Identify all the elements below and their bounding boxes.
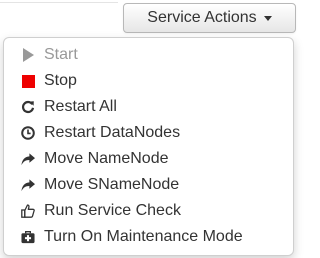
menu-item-stop[interactable]: Stop bbox=[4, 68, 293, 94]
menu-item-restart-all[interactable]: Restart All bbox=[4, 94, 293, 120]
menu-item-start: Start bbox=[4, 42, 293, 68]
stop-icon bbox=[21, 74, 35, 88]
menu-item-label: Move NameNode bbox=[44, 150, 169, 167]
menu-item-label: Stop bbox=[44, 72, 77, 89]
medkit-icon bbox=[21, 230, 35, 244]
service-actions-menu: Start Stop Restart All Restart DataNodes bbox=[3, 37, 294, 256]
menu-item-label: Turn On Maintenance Mode bbox=[44, 228, 243, 245]
menu-item-label: Start bbox=[44, 46, 78, 63]
caret-down-icon bbox=[263, 15, 272, 21]
menu-item-run-service-check[interactable]: Run Service Check bbox=[4, 198, 293, 224]
menu-item-turn-on-maintenance-mode[interactable]: Turn On Maintenance Mode bbox=[4, 224, 293, 250]
menu-item-restart-datanodes[interactable]: Restart DataNodes bbox=[4, 120, 293, 146]
play-icon bbox=[21, 48, 35, 62]
menu-item-label: Run Service Check bbox=[44, 202, 181, 219]
refresh-icon bbox=[21, 100, 35, 114]
thumbs-up-icon bbox=[21, 204, 35, 218]
top-bar: Service Actions bbox=[0, 0, 297, 34]
menu-item-label: Restart DataNodes bbox=[44, 124, 181, 141]
menu-item-move-namenode[interactable]: Move NameNode bbox=[4, 146, 293, 172]
share-arrow-icon bbox=[21, 178, 35, 192]
service-actions-label: Service Actions bbox=[147, 9, 257, 26]
clock-icon bbox=[21, 126, 35, 140]
divider bbox=[0, 2, 118, 3]
service-actions-button[interactable]: Service Actions bbox=[123, 3, 296, 33]
share-arrow-icon bbox=[21, 152, 35, 166]
menu-item-label: Move SNameNode bbox=[44, 176, 180, 193]
menu-item-move-snamenode[interactable]: Move SNameNode bbox=[4, 172, 293, 198]
menu-item-label: Restart All bbox=[44, 98, 117, 115]
